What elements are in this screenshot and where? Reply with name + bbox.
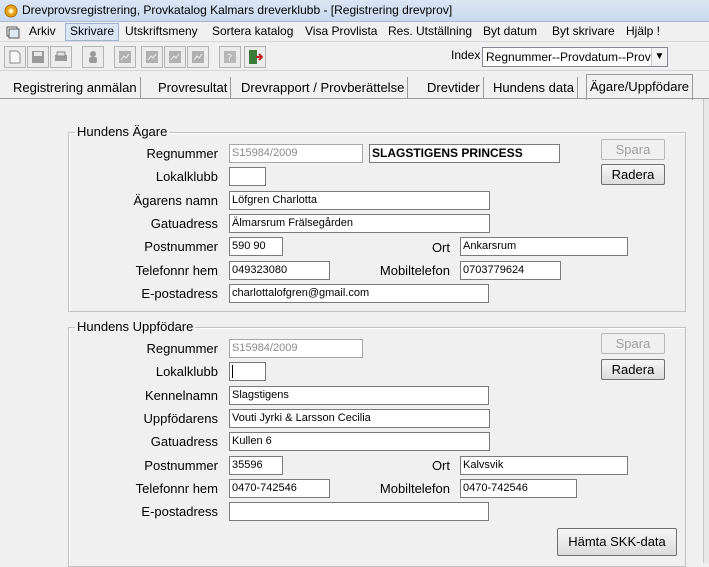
breeder-mobil-field[interactable]: 0470-742546 bbox=[460, 479, 577, 498]
menu-bar: Arkiv Skrivare Utskriftsmeny Sortera kat… bbox=[0, 22, 709, 42]
dog-name-field[interactable]: SLAGSTIGENS PRINCESS bbox=[369, 144, 560, 163]
save-icon[interactable] bbox=[27, 46, 49, 68]
breeder-kennelnamn-label: Kennelnamn bbox=[145, 388, 218, 403]
tab-drevrapport[interactable]: Drevrapport / Provberättelse bbox=[238, 77, 409, 99]
window-title: Drevprovsregistrering, Provkatalog Kalma… bbox=[22, 3, 453, 17]
owner-group-legend: Hundens Ägare bbox=[75, 124, 170, 139]
breeder-ort-field[interactable]: Kalvsvik bbox=[460, 456, 628, 475]
menu-byt-skrivare[interactable]: Byt skrivare bbox=[548, 23, 619, 41]
breeder-epost-field[interactable] bbox=[229, 502, 489, 521]
title-bar: Drevprovsregistrering, Provkatalog Kalma… bbox=[0, 0, 709, 22]
breeder-lokalklubb-label: Lokalklubb bbox=[155, 364, 218, 379]
owner-namn-label: Ägarens namn bbox=[133, 193, 218, 208]
hamta-skk-data-button[interactable]: Hämta SKK-data bbox=[557, 528, 677, 556]
breeder-regnummer-label: Regnummer bbox=[146, 341, 218, 356]
menu-visa-provlista[interactable]: Visa Provlista bbox=[301, 23, 381, 41]
owner-ort-label: Ort bbox=[431, 240, 450, 255]
user-icon[interactable] bbox=[82, 46, 104, 68]
system-menu-icon[interactable] bbox=[2, 23, 24, 41]
breeder-telefon-label: Telefonnr hem bbox=[135, 481, 218, 496]
text-cursor bbox=[232, 364, 233, 378]
index-select[interactable]: Regnummer--Provdatum--Provnr ▼ bbox=[482, 47, 668, 67]
breeder-radera-button[interactable]: Radera bbox=[601, 359, 665, 380]
breeder-kennelnamn-field[interactable]: Slagstigens bbox=[229, 386, 489, 405]
owner-gatuadress-label: Gatuadress bbox=[150, 216, 218, 231]
owner-namn-field[interactable]: Löfgren Charlotta bbox=[229, 191, 490, 210]
breeder-uppfodarens-field[interactable]: Vouti Jyrki & Larsson Cecilia bbox=[229, 409, 490, 428]
menu-skrivare[interactable]: Skrivare bbox=[65, 23, 120, 41]
tab-bar: Registrering anmälan Provresultat Drevra… bbox=[0, 74, 709, 100]
owner-radera-button[interactable]: Radera bbox=[601, 164, 665, 185]
menu-arkiv[interactable]: Arkiv bbox=[25, 23, 60, 41]
owner-postnummer-field[interactable]: 590 90 bbox=[229, 237, 283, 256]
owner-mobil-label: Mobiltelefon bbox=[379, 263, 450, 278]
owner-epost-field[interactable]: charlottalofgren@gmail.com bbox=[229, 284, 489, 303]
form-icon[interactable] bbox=[187, 46, 209, 68]
new-icon[interactable] bbox=[4, 46, 26, 68]
index-select-value: Regnummer--Provdatum--Provnr bbox=[486, 50, 662, 64]
menu-hjalp[interactable]: Hjälp ! bbox=[622, 23, 664, 41]
svg-text:?: ? bbox=[227, 53, 232, 64]
owner-spara-button[interactable]: Spara bbox=[601, 139, 665, 160]
owner-epost-label: E-postadress bbox=[141, 286, 218, 301]
owner-mobil-field[interactable]: 0703779624 bbox=[460, 261, 561, 280]
tab-agare-uppfodare[interactable]: Ägare/Uppfödare bbox=[586, 74, 694, 100]
menu-byt-datum[interactable]: Byt datum bbox=[479, 23, 541, 41]
owner-postnummer-label: Postnummer bbox=[144, 239, 218, 254]
breeder-postnummer-field[interactable]: 35596 bbox=[229, 456, 283, 475]
window-right-edge bbox=[703, 99, 709, 563]
breeder-uppfodarens-label: Uppfödarens bbox=[143, 411, 218, 426]
menu-utskriftsmeny[interactable]: Utskriftsmeny bbox=[121, 23, 202, 41]
breeder-telefon-field[interactable]: 0470-742546 bbox=[229, 479, 330, 498]
owner-regnummer-label: Regnummer bbox=[146, 146, 218, 161]
breeder-gatuadress-field[interactable]: Kullen 6 bbox=[229, 432, 490, 451]
owner-telefon-label: Telefonnr hem bbox=[135, 263, 218, 278]
owner-lokalklubb-label: Lokalklubb bbox=[155, 169, 218, 184]
tab-drevtider[interactable]: Drevtider bbox=[424, 77, 484, 99]
owner-ort-field[interactable]: Ankarsrum bbox=[460, 237, 628, 256]
owner-gatuadress-field[interactable]: Älmarsrum Frälsegården bbox=[229, 214, 490, 233]
index-label: Index bbox=[451, 48, 481, 62]
menu-res-utstallning[interactable]: Res. Utställning bbox=[384, 23, 476, 41]
tab-provresultat[interactable]: Provresultat bbox=[155, 77, 232, 99]
breeder-group-legend: Hundens Uppfödare bbox=[75, 319, 196, 334]
app-icon bbox=[4, 4, 18, 18]
breeder-lokalklubb-field[interactable] bbox=[229, 362, 266, 381]
breeder-regnummer-field[interactable]: S15984/2009 bbox=[229, 339, 363, 358]
breeder-spara-button[interactable]: Spara bbox=[601, 333, 665, 354]
owner-regnummer-field[interactable]: S15984/2009 bbox=[229, 144, 363, 163]
breeder-gatuadress-label: Gatuadress bbox=[150, 434, 218, 449]
tab-divider bbox=[0, 98, 709, 99]
chevron-down-icon[interactable]: ▼ bbox=[651, 48, 667, 66]
form-icon[interactable] bbox=[164, 46, 186, 68]
form-icon[interactable] bbox=[141, 46, 163, 68]
form-icon[interactable] bbox=[114, 46, 136, 68]
owner-lokalklubb-field[interactable] bbox=[229, 167, 266, 186]
breeder-mobil-label: Mobiltelefon bbox=[379, 481, 450, 496]
tab-registrering-anmalan[interactable]: Registrering anmälan bbox=[10, 77, 141, 99]
breeder-epost-label: E-postadress bbox=[141, 504, 218, 519]
print-icon[interactable] bbox=[50, 46, 72, 68]
breeder-postnummer-label: Postnummer bbox=[144, 458, 218, 473]
tab-hundens-data[interactable]: Hundens data bbox=[490, 77, 578, 99]
exit-icon[interactable] bbox=[244, 46, 266, 68]
menu-sortera-katalog[interactable]: Sortera katalog bbox=[208, 23, 297, 41]
owner-telefon-field[interactable]: 049323080 bbox=[229, 261, 330, 280]
help-icon[interactable]: ? bbox=[219, 46, 241, 68]
breeder-ort-label: Ort bbox=[431, 458, 450, 473]
